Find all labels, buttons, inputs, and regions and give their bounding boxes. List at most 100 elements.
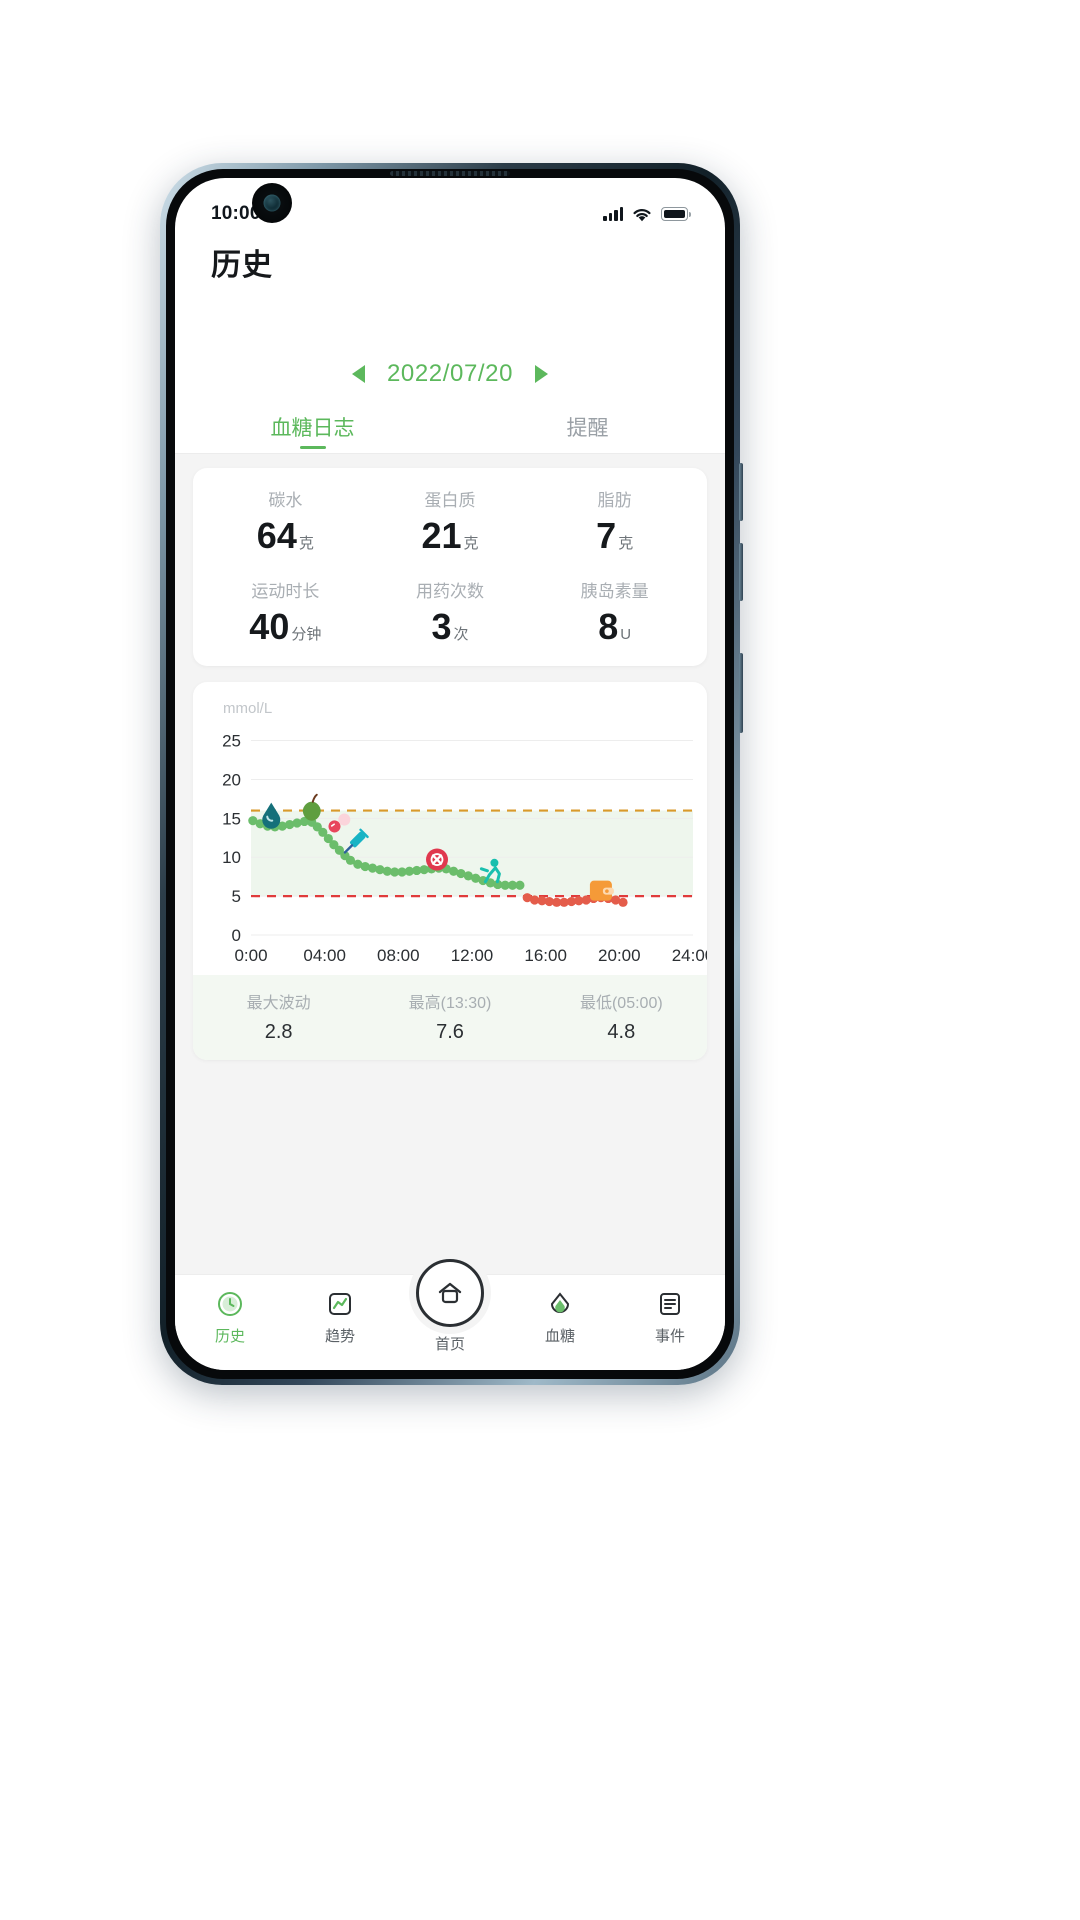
stat-carbs-label: 碳水: [268, 491, 303, 510]
stat-insulin-label: 胰岛素量: [580, 581, 649, 601]
glucose-point-in-range: [515, 880, 525, 890]
stat-protein-value: 21 克: [368, 517, 533, 555]
stat-fat-unit: 克: [618, 535, 634, 552]
tab-reminder-label: 提醒: [566, 416, 609, 440]
stat-exercise-number: 40: [249, 605, 290, 647]
phone-screen: 10:00 历史 2022/07/20 血糖日志 提醒 碳水 64 克 蛋白质 …: [175, 178, 725, 1370]
date-navigator: 2022/07/20: [175, 348, 725, 400]
event-list-icon: [655, 1289, 685, 1319]
x-tick-label: 16:00: [524, 946, 567, 965]
stat-medication: 用药次数 3次: [368, 577, 533, 646]
water-drop-icon: [262, 802, 281, 829]
nav-item-history[interactable]: 历史: [175, 1289, 285, 1346]
stat-exercise-unit: 分钟: [291, 625, 322, 643]
tab-active-indicator: [299, 446, 326, 449]
stat-medication-value: 3次: [368, 605, 533, 647]
content-scroll-area[interactable]: 碳水 64 克 蛋白质 21 克 脂肪 7克 运动时长 40 分钟 用药次数 3…: [175, 454, 725, 1310]
summary-lowest-value: 4.8: [607, 1020, 636, 1043]
page-title: 历史: [211, 249, 273, 282]
apple-icon: [302, 793, 321, 821]
nav-item-trend-label: 趋势: [324, 1328, 355, 1345]
bottom-navigation-bar: 历史 趋势 首页 血糖 事件: [175, 1259, 725, 1370]
wifi-icon: [632, 207, 652, 222]
summary-lowest-label: 最低(05:00): [579, 994, 663, 1012]
summary-max-fluctuation-value: 2.8: [264, 1020, 293, 1043]
front-camera: [252, 183, 292, 223]
x-tick-label: 20:00: [598, 946, 641, 965]
stat-carbs-number: 64: [256, 515, 297, 556]
stat-insulin-value: 8U: [532, 605, 697, 647]
summary-max-fluctuation: 最大波动 2.8: [193, 989, 364, 1044]
stat-carbs-value: 64 克: [203, 517, 368, 555]
x-tick-label: 04:00: [303, 946, 346, 965]
medicine-icon: [426, 848, 449, 871]
stat-fat-value: 7克: [532, 517, 697, 555]
nav-item-trend[interactable]: 趋势: [285, 1289, 395, 1346]
glucose-chart-card: mmol/L 0 5 10 15 20 25 0:00 04:00 08:00 12:00 16:0…: [193, 681, 707, 1060]
tab-bar: 血糖日志 提醒: [175, 400, 725, 454]
nutrition-row-1: 碳水 64 克 蛋白质 21 克 脂肪 7克: [203, 486, 697, 555]
stat-exercise: 运动时长 40 分钟: [203, 577, 368, 646]
glucose-point-below-range: [618, 897, 628, 907]
nav-item-history-label: 历史: [214, 1328, 245, 1345]
x-tick-label: 24:00: [672, 946, 707, 965]
stat-medication-label: 用药次数: [416, 581, 484, 601]
stat-exercise-label: 运动时长: [251, 581, 320, 601]
power-button[interactable]: [739, 653, 743, 733]
y-tick-label: 15: [222, 809, 241, 828]
current-date-label[interactable]: 2022/07/20: [387, 360, 513, 388]
stat-protein: 蛋白质 21 克: [368, 486, 533, 555]
x-tick-label: 0:00: [234, 946, 267, 965]
summary-lowest: 最低(05:00) 4.8: [536, 989, 707, 1044]
chart-summary-row: 最大波动 2.8 最高(13:30) 7.6 最低(05:00) 4.8: [193, 974, 707, 1060]
chart-unit-label: mmol/L: [223, 699, 273, 717]
tab-glucose-log-label: 血糖日志: [270, 416, 355, 440]
summary-highest: 最高(13:30) 7.6: [364, 989, 535, 1044]
blood-drop-icon: [545, 1289, 575, 1319]
stat-fat-number: 7: [596, 515, 617, 556]
stat-medication-unit: 次: [453, 625, 469, 643]
stat-insulin-number: 8: [598, 605, 619, 647]
phone-bezel: 10:00 历史 2022/07/20 血糖日志 提醒 碳水 64 克 蛋白质 …: [166, 169, 734, 1379]
summary-max-fluctuation-label: 最大波动: [246, 994, 311, 1012]
signal-bars-icon: [603, 207, 623, 221]
summary-highest-value: 7.6: [436, 1020, 464, 1043]
y-tick-label: 25: [222, 731, 241, 750]
history-clock-icon: [215, 1289, 245, 1319]
tab-glucose-log[interactable]: 血糖日志: [175, 400, 450, 453]
stat-carbs: 碳水 64 克: [203, 486, 368, 555]
summary-highest-label: 最高(13:30): [408, 994, 492, 1012]
x-tick-label: 08:00: [377, 946, 420, 965]
nav-item-events-label: 事件: [654, 1328, 685, 1345]
next-day-button[interactable]: [535, 365, 549, 383]
stat-insulin-unit: U: [620, 625, 632, 643]
stat-carbs-unit: 克: [298, 535, 314, 552]
nutrition-row-2: 运动时长 40 分钟 用药次数 3次 胰岛素量 8U: [203, 577, 697, 646]
volume-up-button[interactable]: [739, 463, 743, 521]
stat-insulin: 胰岛素量 8U: [532, 577, 697, 646]
prev-day-button[interactable]: [351, 365, 365, 383]
stat-protein-number: 21: [421, 515, 462, 556]
volume-down-button[interactable]: [739, 543, 743, 601]
tab-reminder[interactable]: 提醒: [450, 400, 725, 453]
stat-medication-number: 3: [431, 605, 452, 647]
nutrition-summary-card: 碳水 64 克 蛋白质 21 克 脂肪 7克 运动时长 40 分钟 用药次数 3…: [193, 468, 707, 666]
nav-item-events[interactable]: 事件: [615, 1289, 725, 1346]
y-tick-label: 0: [232, 926, 241, 945]
status-icons: [603, 207, 691, 222]
chart-svg: 0 5 10 15 20 25 0:00 04:00 08:00 12:00 16:00 20:00 2…: [222, 731, 707, 965]
earpiece-speaker: [390, 171, 510, 176]
y-tick-label: 20: [222, 770, 241, 789]
home-icon[interactable]: [416, 1259, 484, 1327]
x-tick-label: 12:00: [451, 946, 494, 965]
glucose-chart[interactable]: 0 5 10 15 20 25 0:00 04:00 08:00 12:00 16:00 20:00 2…: [193, 717, 707, 975]
y-tick-label: 5: [232, 887, 241, 906]
stat-fat: 脂肪 7克: [532, 486, 697, 555]
stat-protein-unit: 克: [463, 535, 479, 552]
stat-fat-label: 脂肪: [597, 491, 632, 510]
y-tick-label: 10: [222, 848, 241, 867]
nav-item-glucose[interactable]: 血糖: [505, 1289, 615, 1346]
nav-item-home-label: 首页: [434, 1336, 466, 1353]
stat-exercise-value: 40 分钟: [203, 605, 368, 647]
battery-icon: [661, 207, 691, 221]
